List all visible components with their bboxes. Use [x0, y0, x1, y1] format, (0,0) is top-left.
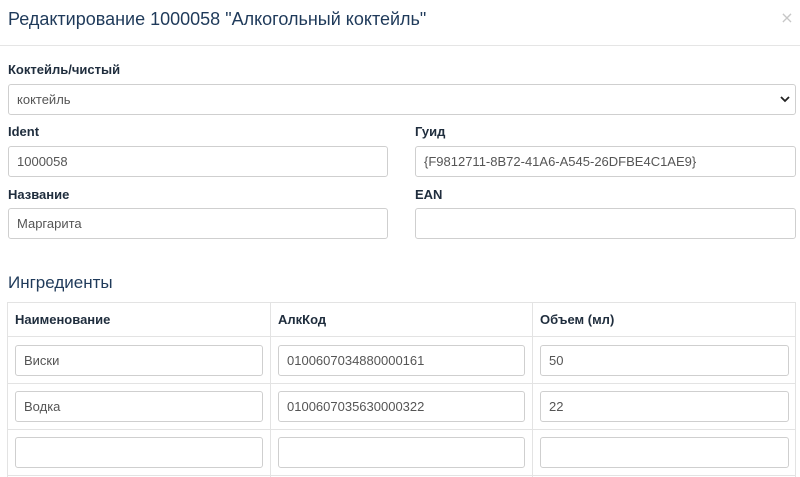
guid-field[interactable]: {F9812711-8B72-41A6-A545-26DFBE4C1AE9}	[415, 146, 796, 177]
ingredient-name-input[interactable]: Водка	[15, 391, 263, 422]
ingredient-name-input[interactable]	[15, 437, 263, 468]
name-label: Название	[8, 187, 70, 202]
ingredient-volume-input[interactable]: 50	[540, 345, 789, 376]
row-divider	[8, 429, 795, 430]
ident-label: Ident	[8, 124, 40, 139]
guid-label: Гуид	[415, 124, 446, 139]
ingredient-alkcode-input[interactable]	[278, 437, 525, 468]
column-header-name: Наименование	[15, 312, 111, 327]
type-select-value: коктейль	[17, 92, 71, 107]
type-select[interactable]: коктейль	[8, 84, 796, 115]
ingredient-alkcode-input[interactable]: 0100607034880000161	[278, 345, 525, 376]
modal-title: Редактирование 1000058 "Алкогольный кокт…	[8, 9, 427, 29]
column-divider	[270, 303, 271, 477]
chevron-down-icon	[780, 96, 790, 103]
close-icon[interactable]: ×	[779, 9, 795, 27]
column-header-volume: Объем (мл)	[540, 312, 615, 327]
ean-label: EAN	[415, 187, 443, 202]
type-label: Коктейль/чистый	[8, 62, 121, 77]
column-divider	[532, 303, 533, 477]
ingredient-alkcode-input[interactable]: 0100607035630000322	[278, 391, 525, 422]
ingredient-volume-input[interactable]	[540, 437, 789, 468]
ingredient-name-input[interactable]: Виски	[15, 345, 263, 376]
modal-header: Редактирование 1000058 "Алкогольный кокт…	[0, 0, 800, 46]
ident-field[interactable]: 1000058	[8, 146, 388, 177]
ingredient-volume-input[interactable]: 22	[540, 391, 789, 422]
name-field[interactable]: Маргарита	[8, 208, 388, 239]
ingredients-table: Наименование АлкКод Объем (мл) Виски 010…	[7, 302, 796, 477]
row-divider	[8, 383, 795, 384]
row-divider	[8, 475, 795, 476]
column-header-alkcode: АлкКод	[278, 312, 327, 327]
ean-field[interactable]	[415, 208, 796, 239]
ingredients-title: Ингредиенты	[8, 273, 113, 292]
table-header-row: Наименование АлкКод Объем (мл)	[8, 303, 795, 337]
